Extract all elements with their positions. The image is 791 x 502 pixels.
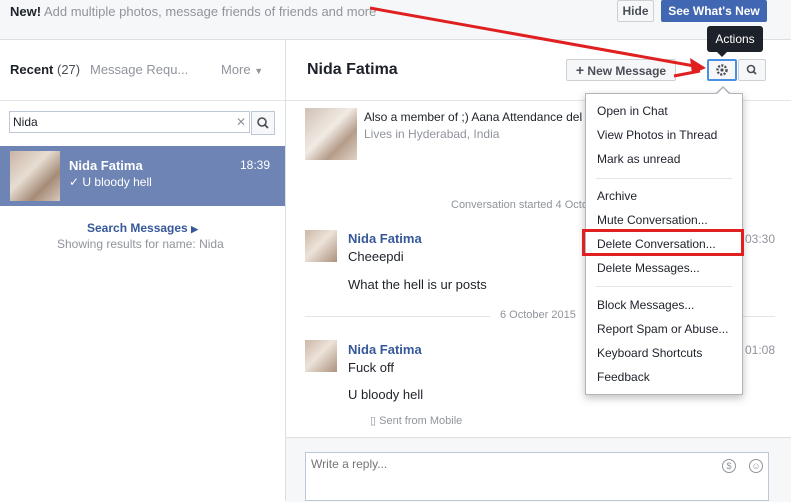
tab-recent-count: (27) xyxy=(56,62,81,77)
message-time: 03:30 xyxy=(745,232,776,246)
see-whats-new-button[interactable]: See What's New xyxy=(661,0,767,22)
menu-item-mark-unread[interactable]: Mark as unread xyxy=(597,152,680,166)
message-text: What the hell is ur posts xyxy=(348,277,487,292)
dropdown-caret-inner xyxy=(717,88,729,94)
message-text: Fuck off xyxy=(348,360,395,375)
menu-item-delete-messages[interactable]: Delete Messages... xyxy=(597,261,700,275)
thread-search-box: ✕ xyxy=(9,111,250,133)
message-sender[interactable]: Nida Fatima xyxy=(348,231,422,246)
actions-button[interactable] xyxy=(707,59,737,81)
banner-message: Add multiple photos, message friends of … xyxy=(43,4,377,19)
menu-item-block-messages[interactable]: Block Messages... xyxy=(597,298,694,312)
menu-separator xyxy=(596,178,732,179)
message-text: Cheeepdi xyxy=(348,249,404,264)
thread-search-input[interactable] xyxy=(13,114,228,130)
thread-name: Nida Fatima xyxy=(69,158,143,173)
sent-from-mobile: ▯ Sent from Mobile xyxy=(370,414,462,427)
gear-icon xyxy=(716,64,728,76)
tab-recent[interactable]: Recent (27) xyxy=(10,62,80,77)
tab-more[interactable]: More ▼ xyxy=(221,62,263,77)
search-icon xyxy=(257,117,269,129)
menu-item-feedback[interactable]: Feedback xyxy=(597,370,650,384)
mobile-icon: ▯ xyxy=(370,415,377,427)
checkmark-icon: ✓ xyxy=(69,175,80,189)
delete-conversation-highlight xyxy=(582,229,744,256)
emoji-icon[interactable]: ☺ xyxy=(749,459,763,473)
conversation-search-button[interactable] xyxy=(738,59,766,81)
menu-item-archive[interactable]: Archive xyxy=(597,189,637,203)
menu-item-keyboard-shortcuts[interactable]: Keyboard Shortcuts xyxy=(597,346,702,360)
plus-icon: + xyxy=(575,62,585,78)
profile-location: Lives in Hyderabad, India xyxy=(364,127,500,141)
date-divider: 6 October 2015 xyxy=(490,309,586,321)
menu-separator xyxy=(596,286,732,287)
payment-icon[interactable]: $ xyxy=(722,459,736,473)
reply-box: $ ☺ xyxy=(305,452,769,501)
actions-tooltip: Actions xyxy=(707,26,763,52)
menu-item-view-photos[interactable]: View Photos in Thread xyxy=(597,128,717,142)
thread-snippet: ✓ U bloody hell xyxy=(69,175,152,189)
chevron-down-icon: ▼ xyxy=(254,66,264,76)
search-messages-link[interactable]: Search Messages ▶ xyxy=(87,221,198,235)
chevron-right-icon: ▶ xyxy=(191,224,198,234)
thread-time: 18:39 xyxy=(240,158,271,172)
hide-button[interactable]: Hide xyxy=(617,0,654,22)
menu-item-report-spam[interactable]: Report Spam or Abuse... xyxy=(597,322,728,336)
message-time: 01:08 xyxy=(745,343,776,357)
new-message-label: New Message xyxy=(587,64,667,78)
new-message-button[interactable]: + New Message xyxy=(566,59,676,81)
banner-text: New! Add multiple photos, message friend… xyxy=(10,4,376,19)
message-avatar[interactable] xyxy=(305,230,337,262)
menu-item-mute[interactable]: Mute Conversation... xyxy=(597,213,708,227)
thread-search-button[interactable] xyxy=(251,111,275,135)
menu-item-open-in-chat[interactable]: Open in Chat xyxy=(597,104,668,118)
conversation-title: Nida Fatima xyxy=(307,61,398,78)
profile-member-info: Also a member of ;) Aana Attendance del xyxy=(364,110,583,124)
tooltip-arrow xyxy=(717,52,727,57)
thread-list-panel xyxy=(0,40,286,501)
thread-snippet-text: U bloody hell xyxy=(82,175,152,189)
reply-input[interactable] xyxy=(311,457,711,471)
tab-message-requests[interactable]: Message Requ... xyxy=(90,62,188,77)
search-results-note: Showing results for name: Nida xyxy=(57,237,224,251)
message-sender[interactable]: Nida Fatima xyxy=(348,342,422,357)
tab-recent-label: Recent xyxy=(10,62,54,77)
profile-avatar[interactable] xyxy=(305,108,357,160)
banner-new-label: New! xyxy=(10,4,42,19)
message-avatar[interactable] xyxy=(305,340,337,372)
message-text: U bloody hell xyxy=(348,387,424,402)
tab-more-label: More xyxy=(221,62,251,77)
search-icon xyxy=(746,64,757,75)
clear-icon[interactable]: ✕ xyxy=(236,115,246,129)
avatar xyxy=(10,151,60,201)
search-messages-label: Search Messages xyxy=(87,221,188,235)
conversation-started-note: Conversation started 4 Octo xyxy=(451,199,588,211)
sent-from-mobile-label: Sent from Mobile xyxy=(379,415,463,427)
